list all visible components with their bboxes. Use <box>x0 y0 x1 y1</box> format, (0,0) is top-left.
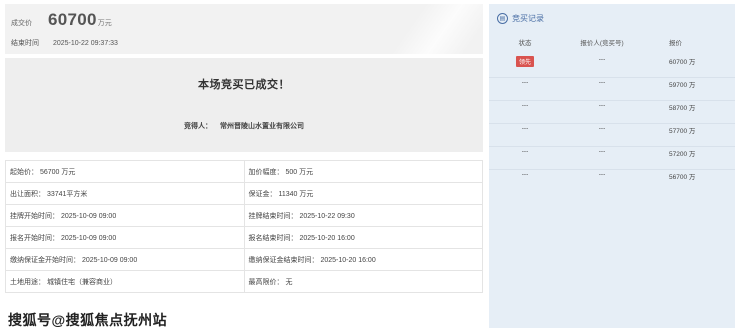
document-icon: ▤ <box>497 13 508 24</box>
bid-record-row: --- --- 58700 万 <box>489 102 735 124</box>
deal-summary: 成交价 60700 万元 结束时间 2025-10-22 09:37:33 <box>5 4 483 54</box>
bidder-cell: --- <box>598 125 606 132</box>
detail-cell: 缴纳保证金开始时间： 2025-10-09 09:00 <box>5 248 245 271</box>
end-time-label: 结束时间 <box>11 40 39 47</box>
bid-records-title: 竞买记录 <box>512 14 544 23</box>
bidder-cell: --- <box>598 171 606 178</box>
table-row: 土地用途： 城镇住宅（兼容商业） 最高限价： 无 <box>5 270 483 293</box>
leading-badge: 领先 <box>515 56 534 67</box>
result-title: 本场竞买已成交！ <box>198 79 290 91</box>
detail-cell: 保证金： 11340 万元 <box>243 182 483 205</box>
column-header-status: 状态 <box>518 40 532 47</box>
bid-record-row: --- --- 57200 万 <box>489 148 735 170</box>
detail-cell: 挂牌结束时间： 2025-10-22 09:30 <box>243 204 483 227</box>
price-label: 成交价 <box>11 20 32 27</box>
table-row: 出让面积： 33741平方米 保证金： 11340 万元 <box>5 182 483 205</box>
bid-price-cell: 57700 万 <box>669 128 696 135</box>
watermark-text: 搜狐号@搜狐焦点抚州站 <box>8 312 168 328</box>
table-row: 缴纳保证金开始时间： 2025-10-09 09:00 缴纳保证金结束时间： 2… <box>5 248 483 271</box>
detail-cell: 挂牌开始时间： 2025-10-09 09:00 <box>5 204 245 227</box>
bidder-cell: --- <box>598 56 606 63</box>
status-cell: --- <box>521 171 529 178</box>
detail-cell: 报名结束时间： 2025-10-20 16:00 <box>243 226 483 249</box>
decorative-stripe <box>393 4 483 54</box>
status-cell: 领先 <box>509 56 541 67</box>
bid-price-cell: 59700 万 <box>669 82 696 89</box>
detail-cell: 出让面积： 33741平方米 <box>5 182 245 205</box>
price-unit: 万元 <box>97 20 112 27</box>
status-cell: --- <box>521 125 529 132</box>
winner-name: 常州晋陵山水置业有限公司 <box>219 123 304 130</box>
bid-price-cell: 56700 万 <box>669 174 696 181</box>
detail-cell: 加价幅度： 500 万元 <box>243 160 483 183</box>
end-time-value: 2025-10-22 09:37:33 <box>52 40 118 47</box>
bidder-cell: --- <box>598 148 606 155</box>
status-cell: --- <box>521 148 529 155</box>
bid-record-row: --- --- 57700 万 <box>489 125 735 147</box>
status-cell: --- <box>521 102 529 109</box>
bidder-cell: --- <box>598 102 606 109</box>
bid-record-row: --- --- 56700 万 <box>489 171 735 193</box>
table-row: 报名开始时间： 2025-10-09 09:00 报名结束时间： 2025-10… <box>5 226 483 249</box>
bidder-cell: --- <box>598 79 606 86</box>
result-panel: 本场竞买已成交！ 竞得人： 常州晋陵山水置业有限公司 <box>5 58 483 152</box>
bid-price-cell: 58700 万 <box>669 105 696 112</box>
final-price: 60700 <box>48 10 97 29</box>
detail-cell: 缴纳保证金结束时间： 2025-10-20 16:00 <box>243 248 483 271</box>
detail-cell: 土地用途： 城镇住宅（兼容商业） <box>5 270 245 293</box>
auction-details-table: 起始价： 56700 万元 加价幅度： 500 万元 出让面积： 33741平方… <box>5 160 483 293</box>
table-row: 起始价： 56700 万元 加价幅度： 500 万元 <box>5 160 483 183</box>
bid-record-row: 领先 --- 60700 万 <box>489 56 735 78</box>
detail-cell: 最高限价： 无 <box>243 270 483 293</box>
column-header-price: 报价 <box>669 40 682 47</box>
detail-cell: 起始价： 56700 万元 <box>5 160 245 183</box>
status-cell: --- <box>521 79 529 86</box>
bid-price-cell: 60700 万 <box>669 59 696 66</box>
detail-cell: 报名开始时间： 2025-10-09 09:00 <box>5 226 245 249</box>
winner-label: 竞得人： <box>184 123 213 130</box>
bid-records-panel: ▤ 竞买记录 状态 报价人(竞买号) 报价 领先 --- 60700 万 ---… <box>489 4 735 328</box>
table-row: 挂牌开始时间： 2025-10-09 09:00 挂牌结束时间： 2025-10… <box>5 204 483 227</box>
bid-price-cell: 57200 万 <box>669 151 696 158</box>
bid-records-header: ▤ 竞买记录 <box>497 13 544 24</box>
column-header-bidder: 报价人(竞买号) <box>580 40 624 47</box>
winner-line: 竞得人： 常州晋陵山水置业有限公司 <box>5 121 483 131</box>
bid-record-row: --- --- 59700 万 <box>489 79 735 101</box>
